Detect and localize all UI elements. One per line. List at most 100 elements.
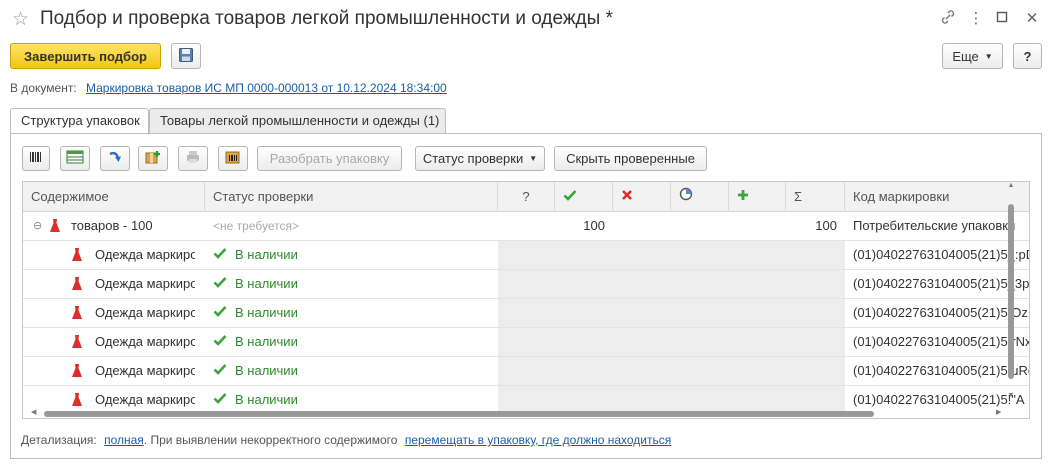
item-name: Одежда маркированная [95, 334, 195, 349]
table-row[interactable]: Одежда маркированная В наличии (01)04022… [23, 357, 1029, 386]
column-header-added[interactable] [729, 182, 786, 212]
group-checked-count: 100 [583, 218, 605, 233]
column-header-status[interactable]: Статус проверки [205, 182, 498, 212]
scroll-right-icon[interactable]: ▶ [996, 408, 1006, 418]
scroll-up-icon[interactable]: ▲ [1006, 182, 1016, 192]
scan-barcode-button[interactable] [22, 146, 50, 171]
check-icon [213, 241, 231, 270]
more-menu-button[interactable]: Еще ▼ [942, 43, 1003, 69]
printer-icon [185, 149, 201, 168]
item-code: (01)04022763104005(21)5:uRe [853, 363, 1029, 378]
dress-icon [71, 270, 87, 299]
item-status: В наличии [235, 334, 298, 349]
more-label: Еще [952, 48, 979, 64]
detail-footer: Детализация: полная. При выявлении некор… [21, 433, 671, 447]
check-status-label: Статус проверки [422, 151, 524, 166]
link-icon[interactable] [938, 9, 958, 29]
document-link[interactable]: Маркировка товаров ИС МП 0000-000013 от … [86, 81, 447, 95]
item-name: Одежда маркированная [95, 363, 195, 378]
clock-pie-icon [679, 187, 693, 204]
table-row[interactable]: Одежда маркированная В наличии (01)04022… [23, 328, 1029, 357]
item-name: Одежда маркированная [95, 305, 195, 320]
item-code: (01)04022763104005(21)5:rNx [853, 334, 1029, 349]
scroll-down-icon[interactable]: ▼ [1006, 392, 1016, 402]
save-button[interactable] [171, 43, 201, 69]
move-down-button[interactable] [100, 146, 130, 171]
table-row[interactable]: Одежда маркированная В наличии (01)04022… [23, 241, 1029, 270]
column-header-error[interactable] [613, 182, 671, 212]
save-icon [178, 47, 194, 66]
footer-text: . При выявлении некорректного содержимог… [143, 433, 398, 447]
add-package-button[interactable] [138, 146, 168, 171]
table-row[interactable]: Одежда маркированная В наличии (01)04022… [23, 299, 1029, 328]
barcode-icon [28, 149, 44, 168]
contents-table: Содержимое Статус проверки ? Σ Код марки… [22, 181, 1030, 419]
dress-icon [49, 212, 65, 241]
dress-icon [71, 357, 87, 386]
dropdown-arrow-icon: ▼ [529, 154, 538, 163]
dress-icon [71, 241, 87, 270]
vertical-scrollbar[interactable]: ▲ [1006, 182, 1016, 382]
help-button[interactable]: ? [1013, 43, 1042, 69]
package-barcode-icon [224, 149, 242, 168]
group-status: <не требуется> [213, 219, 299, 233]
collapse-icon[interactable]: ⊖ [33, 212, 47, 241]
dress-icon [71, 328, 87, 357]
favorite-star-icon[interactable]: ☆ [12, 8, 29, 31]
item-name: Одежда маркированная [95, 247, 195, 262]
title-bar: ☆ Подбор и проверка товаров легкой промы… [0, 0, 1060, 40]
tab-package-structure[interactable]: Структура упаковок [10, 108, 149, 135]
check-icon [563, 189, 577, 204]
item-status: В наличии [235, 247, 298, 262]
check-icon [213, 328, 231, 357]
check-status-button[interactable]: Статус проверки ▼ [415, 146, 545, 171]
item-status: В наличии [235, 276, 298, 291]
maximize-icon[interactable] [992, 9, 1012, 29]
table-row[interactable]: Одежда маркированная В наличии (01)04022… [23, 270, 1029, 299]
group-name: товаров - 100 [71, 218, 153, 233]
cross-icon [621, 189, 633, 204]
unpack-button[interactable]: Разобрать упаковку [257, 146, 402, 171]
column-header-ok[interactable] [555, 182, 613, 212]
group-total-count: 100 [815, 218, 837, 233]
document-prefix: В документ: [10, 81, 77, 95]
hide-checked-button[interactable]: Скрыть проверенные [554, 146, 707, 171]
document-line: В документ: Маркировка товаров ИС МП 000… [10, 81, 447, 95]
curved-arrow-icon [107, 149, 123, 168]
item-code: (01)04022763104005(21)5_3p [853, 276, 1029, 291]
item-status: В наличии [235, 305, 298, 320]
plus-icon [737, 189, 749, 204]
close-icon[interactable]: ✕ [1022, 9, 1042, 29]
table-header: Содержимое Статус проверки ? Σ Код марки… [23, 182, 1029, 212]
more-options-icon[interactable]: ⋮ [966, 9, 986, 29]
column-header-unknown[interactable]: ? [498, 182, 555, 212]
item-code: (01)04022763104005(21)5_:pD [853, 247, 1029, 262]
dropdown-arrow-icon: ▼ [984, 51, 993, 61]
window-title: Подбор и проверка товаров легкой промышл… [40, 8, 613, 29]
move-action-link[interactable]: перемещать в упаковку, где должно находи… [405, 433, 671, 447]
item-name: Одежда маркированная [95, 276, 195, 291]
item-code: (01)04022763104005(21)5,Oz [853, 305, 1028, 320]
item-status: В наличии [235, 363, 298, 378]
fill-table-button[interactable] [60, 146, 90, 171]
check-icon [213, 357, 231, 386]
table-icon [66, 150, 84, 167]
table-row-group[interactable]: ⊖ товаров - 100 <не требуется> 100 100 П… [23, 212, 1029, 241]
column-header-pending[interactable] [671, 182, 729, 212]
print-button[interactable] [178, 146, 208, 171]
package-barcode-button[interactable] [218, 146, 248, 171]
check-icon [213, 299, 231, 328]
tab-goods[interactable]: Товары легкой промышленности и одежды (1… [149, 108, 446, 134]
check-icon [213, 270, 231, 299]
scroll-left-icon[interactable]: ◀ [31, 408, 41, 418]
column-header-total[interactable]: Σ [786, 182, 845, 212]
horizontal-scroll-thumb[interactable] [44, 411, 874, 417]
detail-prefix: Детализация: [21, 433, 97, 447]
finish-selection-button[interactable]: Завершить подбор [10, 43, 161, 69]
detail-level-link[interactable]: полная [104, 433, 144, 447]
dress-icon [71, 299, 87, 328]
package-add-icon [144, 149, 162, 168]
vertical-scroll-thumb[interactable] [1008, 204, 1014, 379]
column-header-code[interactable]: Код маркировки [845, 182, 1029, 212]
column-header-content[interactable]: Содержимое [23, 182, 205, 212]
